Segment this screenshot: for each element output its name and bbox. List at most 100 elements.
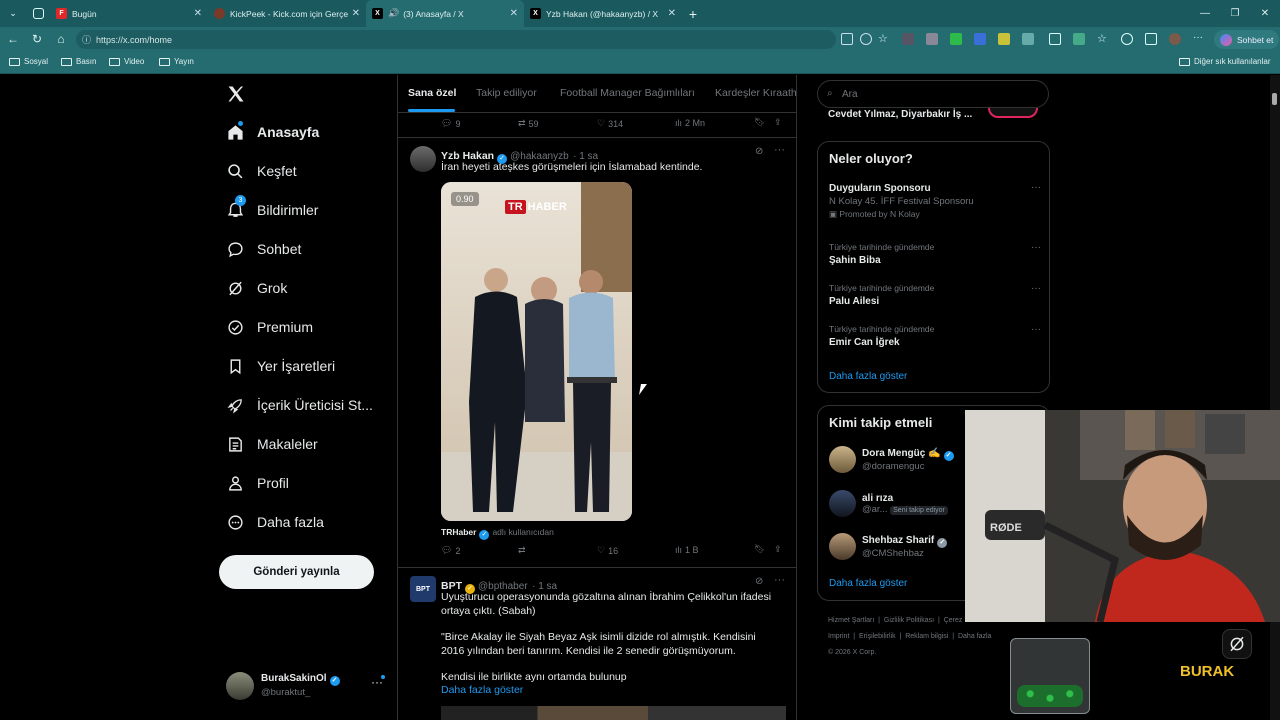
follow-suggestion[interactable]: Dora Mengüç ✍ ✓ @doramenguc [829,446,957,473]
show-more-link[interactable]: Daha fazla göster [829,578,907,589]
home-button[interactable]: ⌂ [49,27,73,51]
read-aloud-icon[interactable] [860,33,872,45]
extension-icon[interactable] [998,33,1010,45]
bookmark-folder[interactable]: Yayın [159,57,194,66]
tab-for-you[interactable]: Sana özel [408,87,456,99]
tweet-image-preview[interactable] [441,706,786,720]
trend-item[interactable]: Türkiye tarihinde gündemde Palu Ailesi [829,283,1039,307]
views-button[interactable]: ılı 2 Mn [675,118,705,128]
tab-list[interactable]: Football Manager Bağımlıları [560,87,695,99]
profile-avatar[interactable] [1169,33,1181,45]
favorite-star-icon[interactable]: ☆ [878,32,890,45]
performance-icon[interactable] [1121,33,1133,45]
media-credit[interactable]: TRHaber ✓ adlı kullanıcıdan [441,527,554,540]
nav-home[interactable]: Anasayfa [226,121,319,141]
close-icon[interactable]: ✕ [352,8,360,19]
more-dots-icon[interactable]: ··· [774,574,785,586]
browser-tab[interactable]: X Yzb Hakan (@hakaanyzb) / X ✕ [524,0,682,27]
close-window-button[interactable]: ✕ [1250,0,1280,27]
nav-bookmarks[interactable]: Yer İşaretleri [226,357,335,375]
nav-articles[interactable]: Makaleler [226,435,318,453]
like-button[interactable]: ♡ 16 [597,545,618,556]
trend-item[interactable]: Türkiye tarihinde gündemde Emir Can İğre… [829,324,1039,348]
copilot-chat-button[interactable]: Sohbet et [1214,30,1280,49]
trend-item[interactable]: Duyguların Sponsoru N Kolay 45. İFF Fest… [829,183,1039,220]
extension-icon[interactable] [974,33,986,45]
extensions-icon[interactable] [1073,33,1085,45]
repost-button[interactable]: ⇄ [518,545,526,556]
extension-icon[interactable] [902,33,914,45]
reload-button[interactable]: ↻ [25,27,49,51]
close-icon[interactable]: ✕ [510,8,518,19]
more-dots-icon[interactable]: ··· [1031,324,1041,335]
nav-notifications[interactable]: Bildirimler 3 [226,195,318,219]
scrollbar-thumb[interactable] [1272,93,1277,105]
browser-menu-icon[interactable]: ··· [1193,32,1203,43]
tab-list[interactable]: Kardeşler Kıraath [715,87,796,99]
browser-tab[interactable]: F Bugün ✕ [50,0,208,27]
show-more-link[interactable]: Daha fazla göster [441,684,523,696]
extension-icon[interactable] [950,33,962,45]
more-dots-icon[interactable]: ··· [1031,242,1041,253]
tab-actions-button[interactable]: ⌄ [0,0,26,27]
nav-creator-studio[interactable]: İçerik Üreticisi St... [226,396,373,414]
follow-suggestion[interactable]: ali rıza @ar... Seni takip ediyor [829,490,948,517]
new-tab-button[interactable]: + [682,6,704,22]
bookmark-button[interactable]: 🔖︎ [754,544,765,555]
favorites-icon[interactable]: ☆ [1097,32,1109,45]
workspaces-button[interactable] [26,0,50,27]
other-bookmarks-folder[interactable]: Diğer sık kullanılanlar [1179,57,1270,66]
speaker-icon[interactable]: 🔊 [388,8,399,19]
follow-suggestion[interactable]: Shehbaz Sharif ✓ @CMShehbaz [829,533,950,560]
like-button[interactable]: ♡ 314 [597,118,623,129]
bookmark-button[interactable]: 🔖︎ [754,117,765,128]
grok-floating-button[interactable] [1222,629,1252,659]
app-icon[interactable] [841,33,853,45]
browser-tab-active[interactable]: X 🔊 (3) Anasayfa / X ✕ [366,0,524,27]
tweet[interactable]: BPT BPT ✓ @bpthaber · 1 sa ⊘ ··· Uyuşturuc… [398,568,796,720]
reply-button[interactable]: 💬︎ 2 [441,545,460,556]
more-dots-icon[interactable]: ··· [774,144,785,156]
nav-more[interactable]: Daha fazla [226,513,324,531]
views-button[interactable]: ılı 1 B [675,545,699,555]
reply-button[interactable]: 💬︎ 9 [441,118,460,129]
nav-premium[interactable]: Premium [226,318,313,336]
scrollbar[interactable] [1270,75,1280,720]
show-more-link[interactable]: Daha fazla göster [829,371,907,382]
close-icon[interactable]: ✕ [194,8,202,19]
share-button[interactable]: ⇪ [774,117,782,128]
grok-icon[interactable]: ⊘ [755,146,763,157]
trend-item[interactable]: Cevdet Yılmaz, Diyarbakır İş ... [817,108,1050,125]
nav-grok[interactable]: Grok [226,279,287,297]
nav-profile[interactable]: Profil [226,474,289,492]
extension-icon[interactable] [926,33,938,45]
tweet-video[interactable]: 0.90 TR HABER [441,182,632,521]
bookmark-folder[interactable]: Basın [61,57,96,66]
share-button[interactable]: ⇪ [774,544,782,555]
bookmark-folder[interactable]: Video [109,57,144,66]
account-switcher[interactable]: BurakSakinOl ✓ @buraktut_ ··· [226,669,391,705]
trend-item[interactable]: Türkiye tarihinde gündemde Şahin Biba [829,242,1039,266]
x-logo-icon[interactable] [226,84,246,104]
playback-rate[interactable]: 0.90 [451,192,479,206]
browser-tab[interactable]: KickPeek - Kick.com için Gerçek Zam ✕ [208,0,366,27]
close-icon[interactable]: ✕ [668,8,676,19]
restore-button[interactable]: ❐ [1220,0,1250,27]
nav-explore[interactable]: Keşfet [226,162,297,180]
site-info-icon[interactable]: ⓘ [82,33,91,46]
grok-icon[interactable]: ⊘ [755,576,763,587]
back-button[interactable]: ← [1,27,25,51]
minimize-button[interactable]: — [1190,0,1220,27]
post-button[interactable]: Gönderi yayınla [219,555,374,589]
bookmark-folder[interactable]: Sosyal [9,57,48,66]
more-dots-icon[interactable]: ··· [1031,283,1041,294]
split-screen-icon[interactable] [1049,33,1061,45]
extension-icon[interactable] [1022,33,1034,45]
avatar[interactable]: BPT [410,576,436,602]
tweet[interactable]: Yzb Hakan ✓ @hakaanyzb · 1 sa ⊘ ··· İran h… [398,138,796,566]
tab-following[interactable]: Takip ediliyor [476,87,537,99]
collections-icon[interactable] [1145,33,1157,45]
search-input[interactable]: ⌕ Ara [817,80,1049,108]
more-dots-icon[interactable]: ··· [1031,182,1041,193]
nav-chat[interactable]: Sohbet [226,240,301,258]
